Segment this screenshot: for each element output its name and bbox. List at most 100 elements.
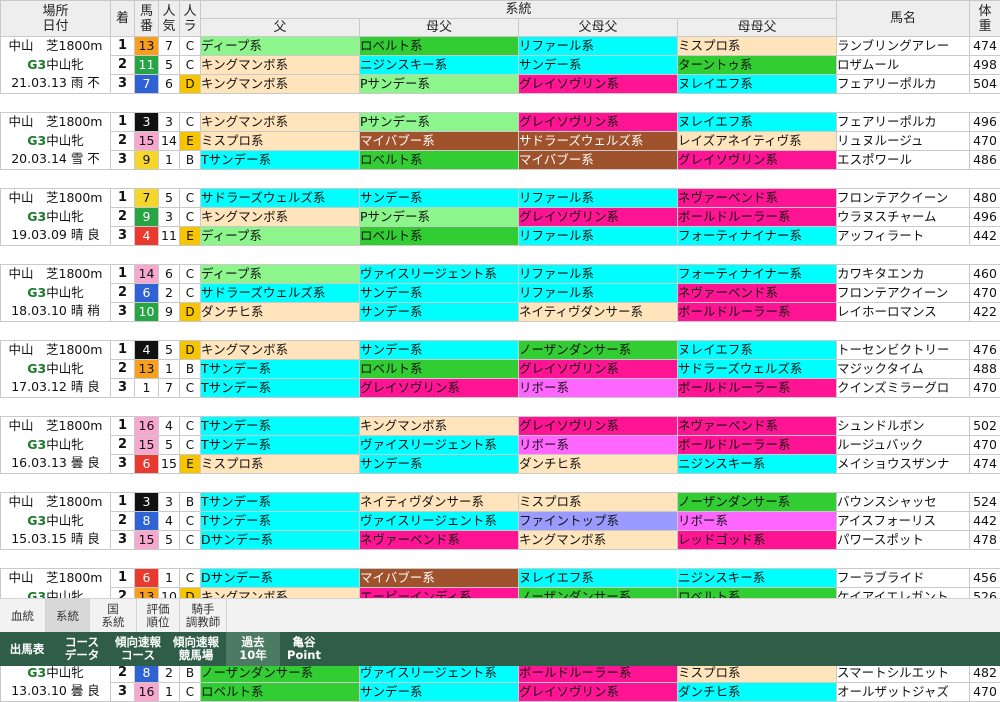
finish-rank: 3 bbox=[111, 151, 135, 170]
horse-name-link[interactable]: ロザムール bbox=[837, 56, 970, 75]
horse-weight: 478 bbox=[970, 531, 1000, 550]
nav-trend-course[interactable]: 傾向速報 コース bbox=[110, 632, 166, 666]
tab-rating-rank[interactable]: 評価 順位 bbox=[137, 599, 180, 633]
horse-weight: 496 bbox=[970, 208, 1000, 227]
mother-mother-father-lineage: ネヴァーベンド系 bbox=[678, 189, 837, 208]
horse-weight: 480 bbox=[970, 189, 1000, 208]
rank-mark: C bbox=[180, 379, 201, 398]
horse-name-link[interactable]: アイスフォーリス bbox=[837, 512, 970, 531]
father-mother-father-lineage: リファール系 bbox=[519, 189, 678, 208]
race-info[interactable]: 中山 芝1800m G3中山牝 16.03.13 曇 良 bbox=[1, 417, 111, 474]
horse-name-link[interactable]: ウラヌスチャーム bbox=[837, 208, 970, 227]
horse-weight: 502 bbox=[970, 417, 1000, 436]
father-mother-father-lineage: リボー系 bbox=[519, 436, 678, 455]
horse-name-link[interactable]: トーセンビクトリー bbox=[837, 341, 970, 360]
popularity: 1 bbox=[159, 151, 180, 170]
horse-name-link[interactable]: フロンテアクイーン bbox=[837, 284, 970, 303]
race-info[interactable]: 中山 芝1800m G3中山牝 21.03.13 雨 不 bbox=[1, 37, 111, 94]
finish-rank: 1 bbox=[111, 493, 135, 512]
mother-father-lineage: ヴァイスリージェント系 bbox=[360, 436, 519, 455]
horse-name-link[interactable]: バウンスシャッセ bbox=[837, 493, 970, 512]
rank-mark: E bbox=[180, 132, 201, 151]
horse-name-link[interactable]: リュヌルージュ bbox=[837, 132, 970, 151]
tab-jockey-trainer[interactable]: 騎手 調教師 bbox=[180, 599, 227, 633]
nav-past-10-years[interactable]: 過去 10年 bbox=[226, 632, 280, 666]
father-mother-father-lineage: キングマンボ系 bbox=[519, 531, 678, 550]
father-mother-father-lineage: リボー系 bbox=[519, 379, 678, 398]
nav-kametani-point[interactable]: 亀谷 Point bbox=[280, 632, 328, 666]
father-mother-father-lineage: リファール系 bbox=[519, 265, 678, 284]
table-row: 中山 芝1800m G3中山牝 16.03.13 曇 良 1164CTサンデー系… bbox=[1, 417, 1000, 436]
horse-number: 4 bbox=[135, 227, 159, 246]
finish-rank: 3 bbox=[111, 227, 135, 246]
popularity: 1 bbox=[159, 683, 180, 702]
race-place: 中山 芝1800m bbox=[1, 493, 110, 512]
father-mother-father-lineage: ダンチヒ系 bbox=[519, 455, 678, 474]
mother-mother-father-lineage: ボールドルーラー系 bbox=[678, 379, 837, 398]
horse-name-link[interactable]: オールザットジャズ bbox=[837, 683, 970, 702]
rank-mark: C bbox=[180, 56, 201, 75]
horse-name-link[interactable]: スマートシルエット bbox=[837, 664, 970, 683]
horse-name-link[interactable]: フーラブライド bbox=[837, 569, 970, 588]
mother-mother-father-lineage: ヌレイエフ系 bbox=[678, 341, 837, 360]
view-tabs: 血統系統国 系統評価 順位騎手 調教師 bbox=[0, 598, 1000, 632]
horse-name-link[interactable]: カワキタエンカ bbox=[837, 265, 970, 284]
father-lineage: ノーザンダンサー系 bbox=[201, 664, 360, 683]
race-date: 18.03.10 晴 稍 bbox=[1, 302, 110, 321]
horse-weight: 504 bbox=[970, 75, 1000, 94]
tab-lineage[interactable]: 系統 bbox=[46, 599, 90, 633]
horse-name-link[interactable]: フェアリーポルカ bbox=[837, 113, 970, 132]
mother-mother-father-lineage: ダンチヒ系 bbox=[678, 683, 837, 702]
rank-mark: C bbox=[180, 37, 201, 56]
horse-number: 9 bbox=[135, 151, 159, 170]
horse-number: 7 bbox=[135, 189, 159, 208]
popularity: 4 bbox=[159, 417, 180, 436]
mother-mother-father-lineage: ミスプロ系 bbox=[678, 37, 837, 56]
horse-number: 7 bbox=[135, 75, 159, 94]
nav-trend-track[interactable]: 傾向速報 競馬場 bbox=[166, 632, 226, 666]
race-info[interactable]: 中山 芝1800m G3中山牝 19.03.09 晴 良 bbox=[1, 189, 111, 246]
race-info[interactable]: 中山 芝1800m G3中山牝 20.03.14 雪 不 bbox=[1, 113, 111, 170]
horse-name-link[interactable]: アッフィラート bbox=[837, 227, 970, 246]
father-lineage: Tサンデー系 bbox=[201, 417, 360, 436]
finish-rank: 1 bbox=[111, 113, 135, 132]
father-lineage: ディープ系 bbox=[201, 37, 360, 56]
mother-mother-father-lineage: レッドゴッド系 bbox=[678, 531, 837, 550]
horse-name-link[interactable]: メイショウスザンナ bbox=[837, 455, 970, 474]
father-lineage: サドラーズウェルズ系 bbox=[201, 284, 360, 303]
tab-country-lineage[interactable]: 国 系統 bbox=[90, 599, 137, 633]
header-horse-name: 馬名 bbox=[837, 1, 970, 37]
father-lineage: ミスプロ系 bbox=[201, 455, 360, 474]
father-lineage: キングマンボ系 bbox=[201, 113, 360, 132]
rank-mark: D bbox=[180, 303, 201, 322]
horse-name-link[interactable]: レイホーロマンス bbox=[837, 303, 970, 322]
horse-number: 8 bbox=[135, 664, 159, 683]
horse-name-link[interactable]: マジックタイム bbox=[837, 360, 970, 379]
table-row: 3109Dダンチヒ系サンデー系ネイティヴダンサー系ボールドルーラー系レイホーロマ… bbox=[1, 303, 1000, 322]
race-info[interactable]: 中山 芝1800m G3中山牝 15.03.15 晴 良 bbox=[1, 493, 111, 550]
mother-father-lineage: Pサンデー系 bbox=[360, 208, 519, 227]
father-lineage: Tサンデー系 bbox=[201, 512, 360, 531]
horse-name-link[interactable]: フェアリーポルカ bbox=[837, 75, 970, 94]
horse-name-link[interactable]: フロンテアクイーン bbox=[837, 189, 970, 208]
popularity: 5 bbox=[159, 56, 180, 75]
horse-name-link[interactable]: パワースポット bbox=[837, 531, 970, 550]
finish-rank: 1 bbox=[111, 37, 135, 56]
horse-name-link[interactable]: ランブリングアレー bbox=[837, 37, 970, 56]
nav-course-data[interactable]: コース データ bbox=[54, 632, 110, 666]
horse-number: 6 bbox=[135, 569, 159, 588]
horse-name-link[interactable]: クインズミラーグロ bbox=[837, 379, 970, 398]
race-info[interactable]: 中山 芝1800m G3中山牝 18.03.10 晴 稍 bbox=[1, 265, 111, 322]
finish-rank: 2 bbox=[111, 284, 135, 303]
horse-name-link[interactable]: ルージュバック bbox=[837, 436, 970, 455]
father-lineage: Tサンデー系 bbox=[201, 493, 360, 512]
horse-name-link[interactable]: シュンドルボン bbox=[837, 417, 970, 436]
popularity: 3 bbox=[159, 113, 180, 132]
horse-name-link[interactable]: エスポワール bbox=[837, 151, 970, 170]
race-info[interactable]: 中山 芝1800m G3中山牝 17.03.12 晴 良 bbox=[1, 341, 111, 398]
father-lineage: Tサンデー系 bbox=[201, 436, 360, 455]
finish-rank: 2 bbox=[111, 512, 135, 531]
nav-entries[interactable]: 出馬表 bbox=[0, 632, 54, 666]
race-separator bbox=[1, 94, 1000, 113]
tab-bloodline[interactable]: 血統 bbox=[0, 599, 46, 633]
